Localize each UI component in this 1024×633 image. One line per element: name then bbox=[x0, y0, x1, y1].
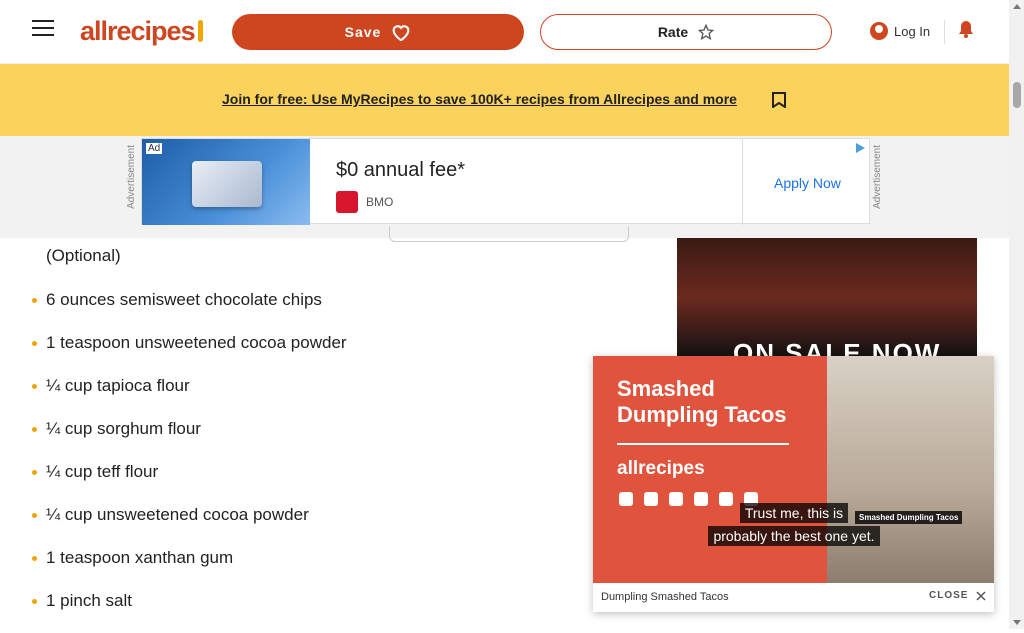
ingredient-item: ¼ cup teff flour bbox=[32, 461, 347, 504]
side-movie-ad[interactable]: ON SALE NOW bbox=[677, 238, 977, 358]
ingredient-item: ¼ cup sorghum flour bbox=[32, 418, 347, 461]
scroll-up-arrow-icon[interactable] bbox=[1013, 4, 1021, 9]
rate-label: Rate bbox=[657, 24, 689, 40]
youtube-icon bbox=[619, 492, 633, 506]
save-button[interactable]: Save bbox=[232, 14, 524, 50]
ad-separator bbox=[742, 139, 743, 225]
hamburger-menu-icon[interactable] bbox=[32, 20, 54, 41]
header-divider bbox=[944, 20, 945, 44]
ingredient-partial: (Optional) bbox=[46, 246, 121, 265]
credit-card-ad[interactable]: Ad $0 annual fee* BMO Apply Now bbox=[141, 138, 870, 225]
ad-headline[interactable]: $0 annual fee* bbox=[336, 159, 465, 182]
adchoices-icon[interactable] bbox=[854, 142, 866, 154]
tiktok-icon bbox=[644, 492, 658, 506]
ad-label-right: Advertisement bbox=[872, 145, 883, 209]
star-icon bbox=[698, 24, 715, 40]
bmo-logo-icon bbox=[336, 191, 358, 213]
allrecipes-logo[interactable]: allrecipes bbox=[80, 16, 203, 47]
video-frame[interactable]: Smashed Dumpling Tacos allrecipes Smashe… bbox=[593, 356, 994, 583]
video-title-rule bbox=[617, 443, 789, 445]
ingredient-item: 1 pinch salt bbox=[32, 590, 347, 633]
caption-line-2: probably the best one yet. bbox=[708, 526, 880, 546]
ad-tag: Ad bbox=[146, 143, 163, 154]
close-label: CLOSE bbox=[929, 590, 969, 601]
credit-card-image bbox=[192, 161, 262, 207]
video-caption: Trust me, this is probably the best one … bbox=[699, 502, 889, 548]
video-close-button[interactable]: CLOSE bbox=[929, 590, 986, 601]
ingredient-item: 1 teaspoon xanthan gum bbox=[32, 547, 347, 590]
video-player[interactable]: Smashed Dumpling Tacos allrecipes Smashe… bbox=[593, 356, 994, 612]
ingredients-list: 6 ounces semisweet chocolate chips 1 tea… bbox=[32, 289, 347, 633]
signup-banner-link[interactable]: Join for free: Use MyRecipes to save 100… bbox=[222, 91, 737, 107]
logo-spoon-icon bbox=[197, 20, 203, 42]
ingredient-item: 6 ounces semisweet chocolate chips bbox=[32, 289, 347, 332]
ad-brand: BMO bbox=[336, 191, 393, 213]
save-label: Save bbox=[344, 24, 382, 40]
site-header: allrecipes Save Rate Log In bbox=[0, 0, 1009, 64]
signup-banner: Join for free: Use MyRecipes to save 100… bbox=[0, 64, 1009, 136]
ingredient-item: ¼ cup unsweetened cocoa powder bbox=[32, 504, 347, 547]
ingredient-item: ¼ cup tapioca flour bbox=[32, 375, 347, 418]
video-person-image bbox=[827, 356, 994, 583]
ad-label-left: Advertisement bbox=[126, 145, 137, 209]
caption-line-1: Trust me, this is bbox=[739, 503, 849, 523]
scroll-down-arrow-icon[interactable] bbox=[1013, 620, 1021, 625]
bookmark-icon[interactable] bbox=[772, 92, 786, 108]
search-box-edge bbox=[389, 226, 629, 242]
video-info-bar: Dumpling Smashed Tacos CLOSE bbox=[593, 583, 994, 612]
instagram-icon bbox=[669, 492, 683, 506]
side-ad-text: ON SALE NOW bbox=[733, 338, 942, 358]
rate-button[interactable]: Rate bbox=[540, 14, 832, 50]
video-logo: allrecipes bbox=[617, 458, 705, 479]
page-scrollbar[interactable] bbox=[1009, 0, 1024, 629]
login-label: Log In bbox=[894, 23, 931, 39]
user-icon bbox=[870, 22, 888, 40]
heart-icon bbox=[392, 25, 410, 41]
apply-now-button[interactable]: Apply Now bbox=[774, 175, 841, 191]
scroll-thumb[interactable] bbox=[1013, 82, 1021, 108]
close-icon bbox=[976, 590, 986, 601]
ingredient-item: 1 teaspoon unsweetened cocoa powder bbox=[32, 332, 347, 375]
logo-text: allrecipes bbox=[80, 16, 196, 46]
video-title: Smashed Dumpling Tacos bbox=[617, 376, 787, 427]
notification-bell-icon[interactable] bbox=[958, 20, 974, 38]
video-name: Dumpling Smashed Tacos bbox=[601, 591, 729, 603]
login-link[interactable]: Log In bbox=[870, 22, 930, 40]
ad-image: Ad bbox=[142, 139, 310, 225]
ad-brand-name: BMO bbox=[366, 195, 394, 209]
